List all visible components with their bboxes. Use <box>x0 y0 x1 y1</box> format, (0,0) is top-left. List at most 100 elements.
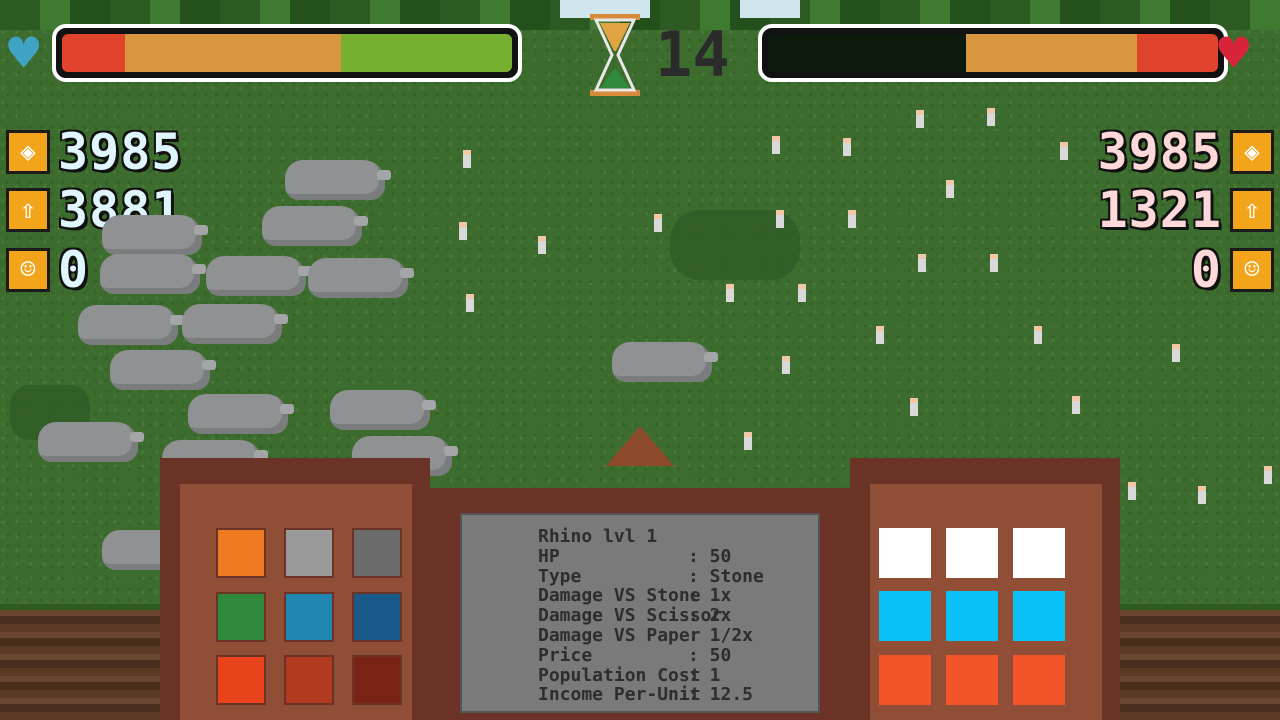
hourglass-icon <box>590 14 640 96</box>
color-slot[interactable] <box>946 591 998 641</box>
income-arrow-icon: ⇧ <box>6 188 50 232</box>
player-gold: ◈ 3985 <box>6 123 182 181</box>
rhino-unit <box>100 254 206 294</box>
info-key: Damage VS Stone <box>538 585 701 607</box>
income-arrow-icon: ⇧ <box>1230 188 1274 232</box>
rhino-unit <box>38 422 144 462</box>
info-value: : 50 <box>688 644 732 666</box>
unit-info-title: Rhino lvl 1 <box>538 526 658 547</box>
unit-info-row: Population Cost: 1 <box>538 664 818 686</box>
unit-slot-scissor-bird[interactable] <box>352 592 402 642</box>
info-value: : 50 <box>688 545 732 567</box>
population-icon: ☺ <box>6 248 50 292</box>
unit-slot-stone-golem[interactable] <box>216 528 266 578</box>
unit-info-row: Income Per-Unit: 12.5 <box>538 685 818 705</box>
info-key: Damage VS Scissor <box>538 605 723 627</box>
enemy-soldier <box>987 108 995 126</box>
unit-info-box: Rhino lvl 1 HP: 50 Type: Stone Damage VS S… <box>460 513 820 713</box>
enemy-health-fill <box>768 34 1218 72</box>
rhino-unit <box>188 394 294 434</box>
enemy-soldier <box>1034 326 1042 344</box>
gold-icon: ◈ <box>1230 130 1274 174</box>
unit-slot-paper-rhino[interactable] <box>284 655 334 705</box>
enemy-heart-icon: ♥ <box>1218 24 1250 84</box>
color-slot[interactable] <box>946 528 998 578</box>
enemy-soldier <box>1072 396 1080 414</box>
info-value: : 1x <box>688 585 732 607</box>
rhino-unit <box>308 258 414 298</box>
info-key: Income Per-Unit <box>538 684 701 706</box>
enemy-soldier <box>876 326 884 344</box>
unit-info-row: Damage VS Scissor: 2x <box>538 606 818 626</box>
rhino-unit <box>110 350 216 390</box>
color-slot[interactable] <box>879 528 931 578</box>
gold-icon: ◈ <box>6 130 50 174</box>
round-timer: 14 <box>655 18 730 91</box>
rhino-unit <box>330 390 436 430</box>
population-icon: ☺ <box>1230 248 1274 292</box>
sky-gap <box>740 0 800 18</box>
color-slot[interactable] <box>1013 528 1065 578</box>
player-heart-icon: ♥ <box>8 24 40 84</box>
unit-info-row: Type : Stone <box>538 565 818 587</box>
enemy-soldier <box>990 254 998 272</box>
unit-slot-stone-bird[interactable] <box>352 528 402 578</box>
rhino-unit <box>182 304 288 344</box>
enemy-soldier <box>772 136 780 154</box>
enemy-soldier <box>726 284 734 302</box>
enemy-soldier <box>1060 142 1068 160</box>
unit-slot-stone-rhino[interactable] <box>284 528 334 578</box>
enemy-soldier <box>466 294 474 312</box>
color-slot[interactable] <box>1013 655 1065 705</box>
enemy-soldier <box>776 210 784 228</box>
panel-roof <box>606 426 674 466</box>
enemy-soldier <box>1264 466 1272 484</box>
unit-info-row: Damage VS Stone: 1x <box>538 586 818 606</box>
unit-slot-scissor-rhino[interactable] <box>284 592 334 642</box>
player-health-fill <box>62 34 512 72</box>
unit-slot-paper-golem[interactable] <box>216 655 266 705</box>
info-key: Damage VS Paper <box>538 624 701 646</box>
enemy-population-value: 0 <box>1190 241 1222 299</box>
enemy-income-value: 1321 <box>1097 181 1222 239</box>
unit-info-rows: HP: 50 Type: Stone Damage VS Stone: 1x Dama… <box>538 545 818 705</box>
enemy-soldier <box>538 236 546 254</box>
enemy-health-bar <box>758 24 1228 82</box>
color-slot[interactable] <box>1013 591 1065 641</box>
enemy-soldier <box>1198 486 1206 504</box>
enemy-soldier <box>843 138 851 156</box>
info-value: : 2x <box>688 605 732 627</box>
enemy-soldier <box>459 222 467 240</box>
enemy-soldier <box>918 254 926 272</box>
rhino-unit <box>102 215 208 255</box>
player-population: ☺ 0 <box>6 241 89 299</box>
unit-slot-paper-bird[interactable] <box>352 655 402 705</box>
enemy-soldier <box>798 284 806 302</box>
color-slot[interactable] <box>879 655 931 705</box>
unit-slot-scissor-golem[interactable] <box>216 592 266 642</box>
info-key: Price <box>538 644 593 666</box>
color-slot[interactable] <box>879 591 931 641</box>
info-key: Type <box>538 565 582 587</box>
enemy-soldier <box>848 210 856 228</box>
color-slot[interactable] <box>946 655 998 705</box>
dirt-left <box>0 604 160 720</box>
enemy-soldier <box>1128 482 1136 500</box>
enemy-soldier <box>916 110 924 128</box>
enemy-soldier <box>1172 344 1180 362</box>
info-key: HP <box>538 545 560 567</box>
unit-info-row: HP : 50 <box>538 545 818 567</box>
unit-info-row: Damage VS Paper: 1/2x <box>538 626 818 646</box>
rhino-unit <box>612 342 718 382</box>
enemy-gold: ◈ 3985 <box>1098 123 1274 181</box>
enemy-soldier <box>744 432 752 450</box>
player-population-value: 0 <box>58 241 90 299</box>
enemy-soldier <box>463 150 471 168</box>
info-value: : Stone <box>688 565 764 587</box>
info-key: Population Cost <box>538 664 701 686</box>
dirt-right <box>1120 604 1280 720</box>
enemy-income: ⇧ 1321 <box>1098 181 1274 239</box>
enemy-soldier <box>910 398 918 416</box>
rhino-unit <box>206 256 312 296</box>
info-value: : 1 <box>688 664 721 686</box>
